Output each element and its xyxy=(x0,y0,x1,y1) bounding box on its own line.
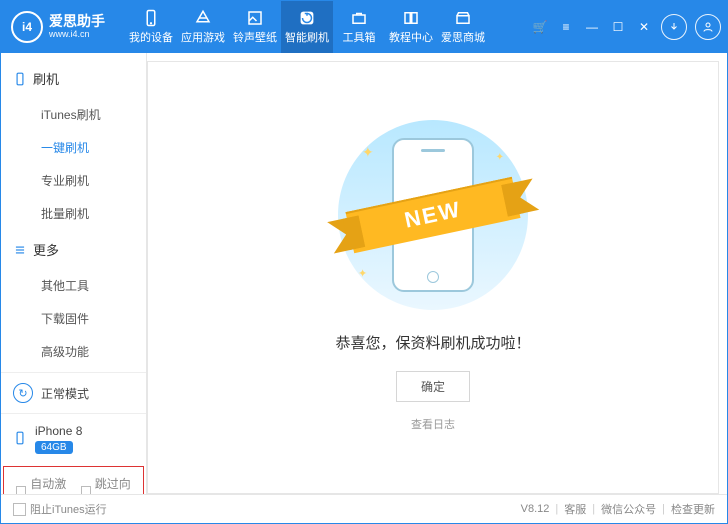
nav-label: 教程中心 xyxy=(389,29,433,45)
brand-site: www.i4.cn xyxy=(49,30,105,40)
nav-label: 我的设备 xyxy=(129,29,173,45)
title-bar: i4 爱思助手 www.i4.cn 我的设备 应用游戏 铃声壁纸 智能刷机 xyxy=(1,1,727,53)
checkbox-icon xyxy=(13,503,26,516)
refresh-icon: ↻ xyxy=(13,383,33,403)
separator: | xyxy=(592,503,595,515)
success-message: 恭喜您，保资料刷机成功啦！ xyxy=(335,332,530,353)
phone-icon xyxy=(142,9,160,27)
menu-lines-icon xyxy=(13,243,27,257)
separator: | xyxy=(555,503,558,515)
nav-flash[interactable]: 智能刷机 xyxy=(281,1,333,53)
apps-icon xyxy=(194,9,212,27)
sidebar-header-flash[interactable]: 刷机 xyxy=(1,63,146,94)
logo-icon: i4 xyxy=(11,11,43,43)
device-storage-badge: 64GB xyxy=(35,441,73,454)
nav-label: 应用游戏 xyxy=(181,29,225,45)
sidebar-item-pro-flash[interactable]: 专业刷机 xyxy=(1,164,146,197)
version-label: V8.12 xyxy=(521,503,550,515)
nav-tutorial[interactable]: 教程中心 xyxy=(385,1,437,53)
wallpaper-icon xyxy=(246,9,264,27)
check-update-link[interactable]: 检查更新 xyxy=(671,501,715,517)
nav-toolbox[interactable]: 工具箱 xyxy=(333,1,385,53)
support-link[interactable]: 客服 xyxy=(564,501,586,517)
sidebar: 刷机 iTunes刷机 一键刷机 专业刷机 批量刷机 更多 其他工具 下载固件 … xyxy=(1,53,147,494)
stop-itunes-checkbox[interactable]: 阻止iTunes运行 xyxy=(13,501,107,517)
cart-icon[interactable]: 🛒 xyxy=(531,20,549,34)
device-name: iPhone 8 xyxy=(35,424,82,438)
sidebar-item-batch-flash[interactable]: 批量刷机 xyxy=(1,197,146,230)
wechat-link[interactable]: 微信公众号 xyxy=(601,501,656,517)
new-ribbon: NEW xyxy=(348,194,518,236)
phone-outline-icon xyxy=(13,72,27,86)
toolbox-icon xyxy=(350,9,368,27)
mode-indicator[interactable]: ↻ 正常模式 xyxy=(1,372,146,413)
flash-icon xyxy=(298,9,316,27)
minimize-button[interactable]: — xyxy=(583,20,601,34)
sidebar-item-itunes-flash[interactable]: iTunes刷机 xyxy=(1,98,146,131)
nav-label: 铃声壁纸 xyxy=(233,29,277,45)
star-icon: ✦ xyxy=(358,267,367,280)
close-button[interactable]: ✕ xyxy=(635,20,653,34)
mode-label: 正常模式 xyxy=(41,385,89,402)
ok-button[interactable]: 确定 xyxy=(396,371,470,402)
device-indicator[interactable]: iPhone 8 64GB xyxy=(1,413,146,464)
content-panel: ✦ ✦ ✦ ✦ NEW 恭喜您，保资料刷机成功啦！ 确定 查看日志 xyxy=(147,61,719,494)
nav-label: 智能刷机 xyxy=(285,29,329,45)
sidebar-item-advanced[interactable]: 高级功能 xyxy=(1,335,146,368)
nav-label: 爱思商城 xyxy=(441,29,485,45)
maximize-button[interactable]: ☐ xyxy=(609,20,627,34)
store-icon xyxy=(454,9,472,27)
separator: | xyxy=(662,503,665,515)
user-icon[interactable] xyxy=(695,14,721,40)
star-icon: ✦ xyxy=(362,144,374,161)
book-icon xyxy=(402,9,420,27)
nav-apps[interactable]: 应用游戏 xyxy=(177,1,229,53)
nav-label: 工具箱 xyxy=(343,29,376,45)
top-nav: 我的设备 应用游戏 铃声壁纸 智能刷机 工具箱 教程中心 xyxy=(125,1,489,53)
nav-ringtone[interactable]: 铃声壁纸 xyxy=(229,1,281,53)
sidebar-item-other-tools[interactable]: 其他工具 xyxy=(1,269,146,302)
device-phone-icon xyxy=(13,428,27,451)
download-icon[interactable] xyxy=(661,14,687,40)
success-illustration: ✦ ✦ ✦ ✦ NEW xyxy=(338,120,528,310)
sidebar-item-download-firmware[interactable]: 下载固件 xyxy=(1,302,146,335)
star-icon: ✦ xyxy=(496,152,504,163)
sidebar-item-onekey-flash[interactable]: 一键刷机 xyxy=(1,131,146,164)
nav-mall[interactable]: 爱思商城 xyxy=(437,1,489,53)
menu-icon[interactable]: ≡ xyxy=(557,20,575,34)
sidebar-header-more[interactable]: 更多 xyxy=(1,234,146,265)
app-logo: i4 爱思助手 www.i4.cn xyxy=(11,11,105,43)
checkbox-label: 阻止iTunes运行 xyxy=(30,501,107,517)
view-log-link[interactable]: 查看日志 xyxy=(411,416,455,432)
status-bar: 阻止iTunes运行 V8.12 | 客服 | 微信公众号 | 检查更新 xyxy=(1,494,727,523)
sidebar-header-label: 刷机 xyxy=(33,69,59,88)
sidebar-header-label: 更多 xyxy=(33,240,59,259)
nav-my-device[interactable]: 我的设备 xyxy=(125,1,177,53)
brand-name: 爱思助手 xyxy=(49,14,105,29)
